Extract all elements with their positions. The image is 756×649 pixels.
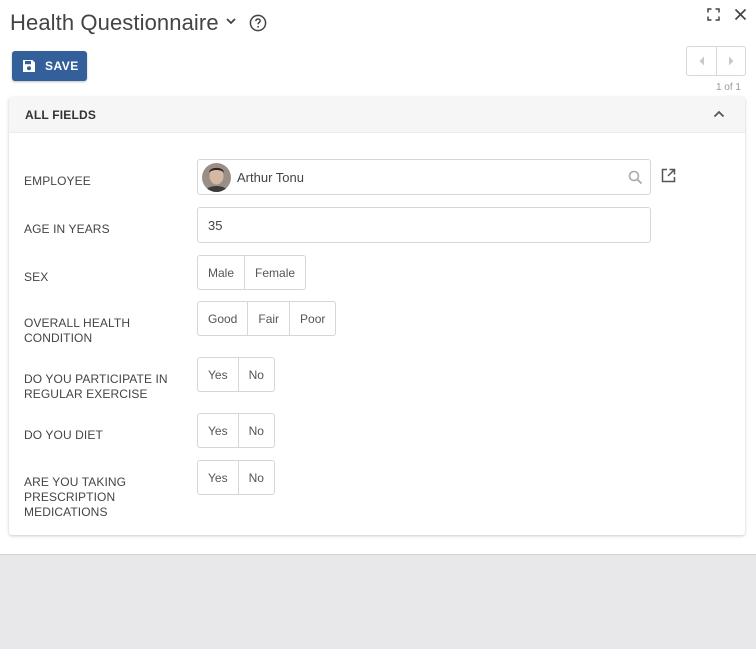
option-diet-yes[interactable]: Yes xyxy=(198,414,239,447)
employee-label: EMPLOYEE xyxy=(24,174,91,188)
sex-selector: Male Female xyxy=(197,255,307,290)
employee-field[interactable]: Arthur Tonu xyxy=(197,159,651,195)
option-good[interactable]: Good xyxy=(198,302,249,335)
exercise-label: DO YOU PARTICIPATE IN REGULAR EXERCISE xyxy=(24,372,168,401)
pager-count: 1 of 1 xyxy=(715,82,741,93)
open-external-icon[interactable] xyxy=(661,168,676,183)
employee-name: Arthur Tonu xyxy=(237,169,304,185)
exercise-selector: Yes No xyxy=(197,357,275,392)
health-selector: Good Fair Poor xyxy=(197,301,337,336)
window-controls xyxy=(707,8,747,21)
option-fair[interactable]: Fair xyxy=(248,302,291,335)
save-button[interactable]: SAVE xyxy=(12,51,87,81)
save-label: SAVE xyxy=(45,59,79,73)
age-input[interactable]: 35 xyxy=(197,207,651,243)
option-exercise-no[interactable]: No xyxy=(239,358,274,391)
option-medications-yes[interactable]: Yes xyxy=(198,461,239,494)
section-header[interactable]: ALL FIELDS xyxy=(9,97,745,133)
option-medications-no[interactable]: No xyxy=(239,461,274,494)
search-icon[interactable] xyxy=(628,170,643,185)
option-poor[interactable]: Poor xyxy=(290,302,335,335)
chevron-left-icon[interactable] xyxy=(686,46,716,76)
floppy-disk-icon xyxy=(22,59,36,73)
title-row: Health Questionnaire xyxy=(10,10,267,36)
record-pager xyxy=(686,46,746,76)
avatar xyxy=(202,162,231,192)
section-title: ALL FIELDS xyxy=(25,107,97,122)
medications-label: ARE YOU TAKING PRESCRIPTION MEDICATIONS xyxy=(24,475,127,519)
diet-label: DO YOU DIET xyxy=(24,428,103,442)
sex-label: SEX xyxy=(24,270,49,284)
medications-selector: Yes No xyxy=(197,460,275,495)
option-male[interactable]: Male xyxy=(198,256,246,289)
option-diet-no[interactable]: No xyxy=(239,414,274,447)
help-circle-icon[interactable] xyxy=(249,14,267,32)
health-label: OVERALL HEALTH CONDITION xyxy=(24,316,131,345)
diet-selector: Yes No xyxy=(197,413,275,448)
option-exercise-yes[interactable]: Yes xyxy=(198,358,239,391)
questionnaire-dialog: Health Questionnaire SAVE 1 of 1 ALL FIE… xyxy=(0,0,756,555)
close-icon[interactable] xyxy=(734,8,747,21)
age-label: AGE IN YEARS xyxy=(24,222,110,236)
page-title: Health Questionnaire xyxy=(10,10,219,35)
chevron-down-icon[interactable] xyxy=(225,15,237,27)
fullscreen-icon[interactable] xyxy=(707,8,720,21)
option-female[interactable]: Female xyxy=(245,256,305,289)
chevron-up-icon[interactable] xyxy=(713,109,725,119)
fields-section: ALL FIELDS EMPLOYEE Arthur Tonu AGE IN Y… xyxy=(9,97,745,535)
chevron-right-icon[interactable] xyxy=(716,46,746,76)
